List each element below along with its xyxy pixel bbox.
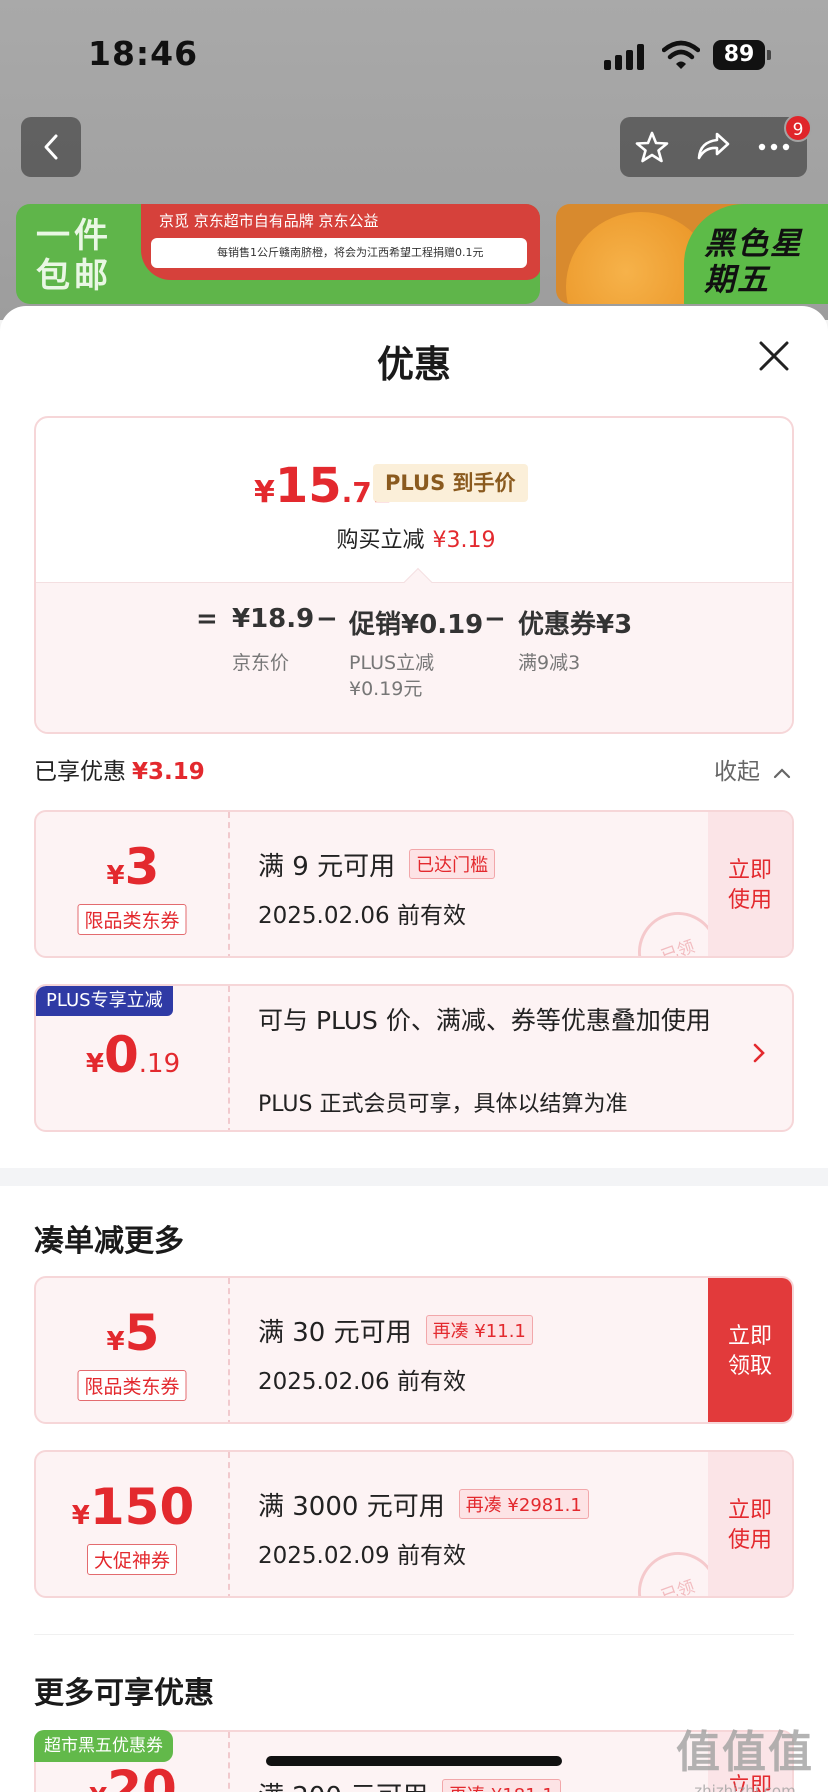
chevron-left-icon	[44, 134, 58, 160]
battery-level: 89	[713, 40, 765, 70]
favorite-button[interactable]	[622, 117, 682, 177]
enjoyed-discount: 已享优惠 ¥3.19	[34, 759, 205, 785]
plus-offer-description: 可与 PLUS 价、满减、券等优惠叠加使用	[258, 1006, 711, 1035]
battery-icon: 89	[713, 40, 771, 70]
coupon-condition: 满 200 元可用再凑 ¥181.1	[258, 1776, 561, 1792]
reduce-line: 购买立减 ¥3.19	[336, 528, 496, 553]
shortfall-tag: 再凑 ¥11.1	[425, 1315, 533, 1345]
plus-exclusive-label: PLUS专享立减	[36, 986, 173, 1016]
coupon-type: 大促神券	[86, 1544, 178, 1575]
watermark: 值值值 zhizhizhi.com	[676, 1727, 814, 1792]
cart-badge: 9	[784, 114, 812, 142]
coupon-card: ¥3 限品类东券 满 9 元可用 已达门槛 2025.02.06 前有效 已领 立…	[34, 810, 794, 958]
share-button[interactable]	[683, 117, 743, 177]
claim-now-button[interactable]: 立即领取	[708, 1278, 792, 1422]
plus-offer-note: PLUS 正式会员可享，具体以结算为准	[258, 1092, 628, 1117]
wifi-icon	[662, 40, 700, 69]
section-title-extra: 更多可享优惠	[34, 1676, 214, 1711]
supermarket-coupon-label: 超市黑五优惠券	[34, 1730, 173, 1762]
promo-banner[interactable]: 一件包邮 京觅 京东超市自有品牌 京东公益 每销售1公斤赣南脐橙，将会为江西希望…	[16, 204, 540, 304]
shortfall-tag: 再凑 ¥2981.1	[458, 1489, 589, 1519]
coupon-validity: 2025.02.06 前有效	[258, 1369, 466, 1395]
close-icon[interactable]	[756, 338, 792, 374]
promo-amount: 促销¥0.19	[349, 610, 484, 640]
sheet-title: 优惠	[377, 343, 451, 386]
coupon-type: 限品类东券	[77, 1370, 187, 1401]
coupon-card: ¥5 限品类东券 满 30 元可用 再凑 ¥11.1 2025.02.06 前有效…	[34, 1276, 794, 1424]
collapse-button[interactable]: 收起	[714, 752, 791, 786]
star-icon	[635, 131, 669, 163]
coupon-validity: 2025.02.09 前有效	[258, 1543, 466, 1569]
nav-actions	[620, 117, 807, 177]
shortfall-tag: 再凑 ¥181.1	[442, 1779, 561, 1792]
price-summary: ¥15.71 PLUS 到手价 购买立减 ¥3.19 = ¥18.9 − 促销¥0…	[34, 416, 794, 734]
breakdown-minus-1: −	[316, 604, 338, 634]
back-button[interactable]	[21, 117, 81, 177]
charity-text: 每销售1公斤赣南脐橙，将会为江西希望工程捐赠0.1元	[151, 238, 527, 268]
cellular-signal-icon	[604, 44, 644, 70]
coupon-card: ¥150 大促神券 满 3000 元可用 再凑 ¥2981.1 2025.02.0…	[34, 1450, 794, 1598]
threshold-tag: 已达门槛	[409, 849, 496, 879]
coupon-amount: ¥5	[106, 1304, 160, 1362]
breakdown-minus-2: −	[484, 604, 506, 634]
coupon-condition: 满 30 元可用 再凑 ¥11.1	[258, 1312, 533, 1349]
use-now-button[interactable]: 立即使用	[708, 1452, 792, 1596]
coupon-amount: ¥20	[89, 1760, 177, 1792]
coupon-amount: ¥3	[106, 838, 160, 896]
section-title-more: 凑单减更多	[34, 1224, 184, 1259]
jd-price: ¥18.9	[232, 604, 315, 634]
black-friday-text: 黑色星期五	[704, 226, 803, 298]
brand-row: 京觅 京东超市自有品牌 京东公益	[159, 212, 379, 230]
status-time: 18:46	[88, 34, 199, 73]
discount-sheet: 优惠 ¥15.71 PLUS 到手价 购买立减 ¥3.19 = ¥18.9 − 促…	[0, 306, 828, 1792]
status-bar: 18:46 89	[0, 0, 828, 110]
black-friday-banner[interactable]: 黑色星期五	[556, 204, 828, 304]
final-price: ¥15.71	[254, 458, 392, 514]
share-icon	[697, 132, 730, 160]
jd-price-caption: 京东价	[232, 652, 290, 674]
plus-offer-card[interactable]: ¥0.19 PLUS专享立减 可与 PLUS 价、满减、券等优惠叠加使用 PLU…	[34, 984, 794, 1132]
home-indicator[interactable]	[266, 1756, 562, 1766]
coupon-validity: 2025.02.06 前有效	[258, 903, 466, 929]
promo-caption: PLUS立减 ¥0.19元	[349, 652, 435, 700]
plus-price-tag: PLUS 到手价	[373, 464, 528, 502]
more-dots-icon	[758, 143, 790, 151]
chevron-right-icon	[753, 1043, 765, 1063]
brand-strip: 京觅 京东超市自有品牌 京东公益 每销售1公斤赣南脐橙，将会为江西希望工程捐赠0…	[141, 204, 540, 280]
coupon-amount: ¥150	[71, 1478, 195, 1536]
breakdown-equals: =	[196, 604, 218, 634]
section-divider	[0, 1168, 828, 1186]
coupon-condition: 满 3000 元可用 再凑 ¥2981.1	[258, 1486, 589, 1523]
chevron-up-icon	[774, 768, 791, 779]
plus-offer-amount: ¥0.19	[85, 1026, 181, 1084]
free-shipping-text: 一件包邮	[36, 216, 112, 296]
coupon-type: 限品类东券	[77, 904, 187, 935]
coupon-condition: 满 9 元可用 已达门槛	[258, 846, 496, 883]
use-now-button[interactable]: 立即使用	[708, 812, 792, 956]
coupon-caption: 满9减3	[518, 652, 581, 674]
coupon-amount: 优惠券¥3	[518, 610, 633, 640]
